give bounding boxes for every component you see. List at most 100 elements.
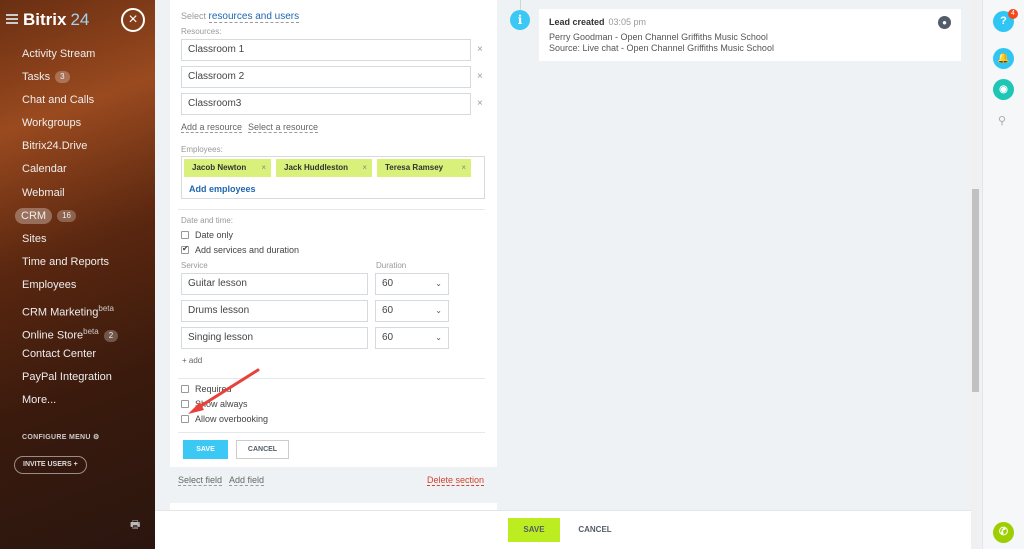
remove-icon[interactable]: ×: [477, 44, 483, 55]
sidebar-item-more[interactable]: More...: [0, 389, 155, 412]
timeline-line-2: Source: Live chat - Open Channel Griffit…: [549, 43, 774, 53]
select-field-link[interactable]: Select field: [178, 475, 223, 486]
remove-icon[interactable]: ×: [477, 71, 483, 82]
sidebar-item-employees[interactable]: Employees: [0, 274, 155, 297]
sidebar-item-workgroups[interactable]: Workgroups: [0, 112, 155, 135]
sidebar-item-sites[interactable]: Sites: [0, 228, 155, 251]
timeline-line: [520, 0, 521, 10]
required-label: Required: [195, 384, 232, 394]
sidebar-item-webmail[interactable]: Webmail: [0, 182, 155, 205]
resource-field-1[interactable]: Classroom 1: [181, 39, 471, 61]
add-services-checkbox[interactable]: [181, 244, 189, 254]
save-button[interactable]: SAVE: [508, 518, 560, 542]
service-label: Service: [181, 261, 208, 270]
sidebar-item-label: Employees: [22, 278, 77, 291]
sidebar-item-online-store[interactable]: Online Storebeta 2: [0, 320, 155, 343]
divider: [178, 209, 485, 210]
duration-select[interactable]: 60 ⌄: [375, 300, 449, 322]
add-services-label: Add services and duration: [195, 245, 300, 255]
sidebar-item-label: Chat and Calls: [22, 94, 95, 107]
date-only-checkbox[interactable]: [181, 231, 189, 239]
invite-users-button[interactable]: INVITE USERS +: [14, 456, 87, 474]
sidebar-item-label: More...: [22, 394, 57, 407]
allow-overbooking-label: Allow overbooking: [195, 414, 269, 424]
allow-overbooking-checkbox[interactable]: [181, 415, 189, 423]
required-checkbox[interactable]: [181, 385, 189, 393]
chevron-down-icon: ⌄: [435, 306, 442, 315]
chat-icon[interactable]: ◉: [993, 79, 1014, 100]
cancel-button[interactable]: CANCEL: [575, 518, 615, 542]
plus-icon: +: [73, 461, 78, 468]
duration-label: Duration: [376, 261, 407, 270]
show-always-label: Show always: [195, 399, 248, 409]
resource-field-3[interactable]: Classroom3: [181, 93, 471, 115]
bell-icon[interactable]: 🔔: [993, 48, 1014, 69]
duration-select[interactable]: 60 ⌄: [375, 327, 449, 349]
remove-icon[interactable]: ×: [477, 98, 483, 109]
sidebar-item-label: PayPal Integration: [22, 371, 112, 384]
beta-tag: beta: [98, 304, 114, 314]
add-field-link[interactable]: Add field: [229, 475, 265, 486]
remove-icon[interactable]: ×: [261, 159, 266, 177]
employees-label: Employees:: [181, 145, 223, 154]
employee-tag[interactable]: Teresa Ramsey ×: [377, 159, 471, 177]
sidebar-item-label: Time and Reports: [22, 255, 110, 268]
resources-and-users-link[interactable]: resources and users: [208, 11, 300, 23]
resource-field-2[interactable]: Classroom 2: [181, 66, 471, 88]
add-service-link[interactable]: + add: [182, 356, 202, 365]
service-field[interactable]: Singing lesson: [181, 327, 368, 349]
sidebar-item-label: Tasks: [22, 71, 51, 84]
gear-icon: ⚙: [93, 434, 100, 441]
timeline-title: Lead created 03:05 pm: [549, 17, 647, 27]
sidebar-item-crm-marketing[interactable]: CRM Marketingbeta: [0, 297, 155, 320]
sidebar-item-bitrix24-drive[interactable]: Bitrix24.Drive: [0, 135, 155, 158]
search-icon[interactable]: ⚲: [998, 114, 1006, 127]
service-field[interactable]: Guitar lesson: [181, 273, 368, 295]
menu-icon[interactable]: [6, 14, 18, 24]
sidebar-item-label: Contact Center: [22, 348, 96, 361]
sidebar-item-chat-and-calls[interactable]: Chat and Calls: [0, 89, 155, 112]
chevron-down-icon: ⌄: [435, 279, 442, 288]
chevron-down-icon: ⌄: [435, 333, 442, 342]
show-always-checkbox[interactable]: [181, 400, 189, 408]
employee-tag[interactable]: Jacob Newton ×: [184, 159, 271, 177]
sidebar-item-label: Online Store: [22, 329, 84, 342]
section-cancel-button[interactable]: CANCEL: [236, 440, 289, 459]
sidebar-item-label: Webmail: [22, 186, 65, 199]
sidebar-item-calendar[interactable]: Calendar: [0, 158, 155, 181]
divider: [178, 378, 485, 379]
count-badge: 2: [103, 329, 119, 342]
configure-menu-link[interactable]: CONFIGURE MENU ⚙: [22, 433, 100, 441]
section-save-button[interactable]: SAVE: [183, 440, 228, 459]
app-logo[interactable]: Bitrix 24: [23, 10, 89, 30]
employee-tag[interactable]: Jack Huddleston ×: [276, 159, 372, 177]
duration-select[interactable]: 60 ⌄: [375, 273, 449, 295]
bottom-action-bar: SAVE CANCEL: [155, 510, 971, 549]
sidebar-item-label: Workgroups: [22, 117, 82, 130]
sidebar-item-paypal-integration[interactable]: PayPal Integration: [0, 366, 155, 389]
divider: [178, 432, 485, 433]
sidebar-item-crm[interactable]: CRM 16: [0, 205, 155, 228]
sidebar-item-label: Activity Stream: [22, 48, 96, 60]
service-field[interactable]: Drums lesson: [181, 300, 368, 322]
user-icon[interactable]: ●: [938, 16, 951, 29]
add-resource-link[interactable]: Add a resource: [181, 122, 243, 133]
info-icon: i: [510, 10, 530, 30]
close-icon[interactable]: ×: [121, 8, 145, 32]
delete-section-link[interactable]: Delete section: [427, 475, 485, 486]
add-employees-link[interactable]: Add employees: [189, 184, 256, 194]
sidebar-item-activity-stream[interactable]: Activity Stream: [0, 43, 155, 66]
remove-icon[interactable]: ×: [362, 159, 367, 177]
phone-icon[interactable]: ✆: [993, 522, 1014, 543]
select-resources-header: Select resources and users: [181, 11, 300, 23]
sidebar-item-contact-center[interactable]: Contact Center: [0, 343, 155, 366]
sidebar-nav: Activity Stream Tasks 3 Chat and Calls Workg…: [0, 43, 155, 413]
sidebar-item-time-and-reports[interactable]: Time and Reports: [0, 251, 155, 274]
sidebar-item-label: Sites: [22, 232, 47, 245]
remove-icon[interactable]: ×: [461, 159, 466, 177]
sidebar-item-tasks[interactable]: Tasks 3: [0, 66, 155, 89]
printer-icon[interactable]: 🖶: [130, 516, 140, 535]
scrollbar-thumb[interactable]: [972, 189, 979, 392]
beta-tag: beta: [83, 327, 99, 337]
select-resource-link[interactable]: Select a resource: [248, 122, 319, 133]
